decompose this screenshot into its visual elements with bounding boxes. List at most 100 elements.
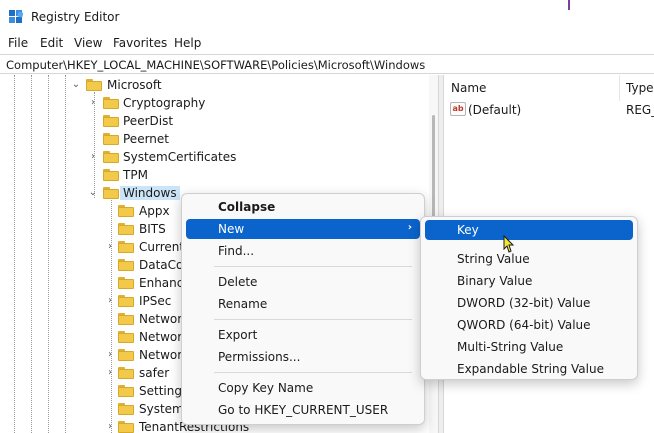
- value-type: REG_: [626, 103, 654, 117]
- folder-icon: [118, 295, 134, 307]
- chevron-right-icon[interactable]: ›: [104, 366, 116, 380]
- tree-label: Cryptography: [123, 96, 206, 110]
- tree-node-tpm[interactable]: TPM: [87, 166, 287, 184]
- address-path[interactable]: Computer\HKEY_LOCAL_MACHINE\SOFTWARE\Pol…: [6, 58, 425, 72]
- submenu-item-dword-value[interactable]: DWORD (32-bit) Value: [425, 293, 633, 313]
- tree-label: PeerDist: [123, 114, 174, 128]
- tree-label: BITS: [139, 222, 166, 236]
- menu-item-collapse[interactable]: Collapse: [186, 197, 420, 217]
- chevron-right-icon[interactable]: ›: [104, 294, 116, 308]
- chevron-right-icon[interactable]: ›: [104, 420, 116, 433]
- folder-icon: [103, 151, 119, 163]
- folder-icon: [118, 313, 134, 325]
- menu-file[interactable]: File: [8, 36, 28, 50]
- tree-label: SystemCertificates: [123, 150, 237, 164]
- submenu-item-qword-value[interactable]: QWORD (64-bit) Value: [425, 315, 633, 335]
- cursor-icon: [503, 235, 515, 253]
- chevron-right-icon[interactable]: ›: [87, 96, 99, 110]
- background-window-edge: [568, 0, 570, 10]
- chevron-right-icon: ›: [407, 222, 412, 233]
- menu-view[interactable]: View: [74, 36, 102, 50]
- menu-bar: File Edit View Favorites Help: [0, 34, 654, 53]
- tree-label: Microsoft: [107, 78, 162, 92]
- tree-guide-line: [65, 75, 66, 433]
- tree-label: Networ: [139, 330, 183, 344]
- chevron-down-icon[interactable]: ⌄: [70, 78, 82, 92]
- folder-icon: [103, 97, 119, 109]
- column-separator[interactable]: [619, 75, 620, 101]
- folder-icon: [103, 115, 119, 127]
- column-header-name[interactable]: Name: [451, 81, 486, 95]
- folder-icon: [103, 133, 119, 145]
- submenu-item-binary-value[interactable]: Binary Value: [425, 271, 633, 291]
- menu-item-new[interactable]: New ›: [186, 219, 420, 239]
- chevron-right-icon[interactable]: ›: [104, 348, 116, 362]
- folder-icon: [118, 349, 134, 361]
- tree-label-selected: Windows: [120, 186, 180, 200]
- folder-icon: [118, 223, 134, 235]
- string-value-icon: ab: [450, 102, 466, 116]
- tree-node-peerdist[interactable]: PeerDist: [87, 112, 287, 130]
- menu-favorites[interactable]: Favorites: [113, 36, 167, 50]
- tree-guide-line: [14, 75, 15, 433]
- tree-node-microsoft[interactable]: ⌄ Microsoft: [70, 76, 270, 94]
- chevron-down-icon[interactable]: ⌄: [87, 186, 99, 200]
- chevron-right-icon[interactable]: ›: [87, 150, 99, 164]
- folder-icon: [118, 403, 134, 415]
- window-title: Registry Editor: [31, 10, 120, 24]
- folder-icon: [103, 187, 119, 199]
- menu-separator: [214, 319, 412, 320]
- folder-icon: [118, 385, 134, 397]
- folder-icon: [118, 331, 134, 343]
- folder-icon: [103, 169, 119, 181]
- menu-item-permissions[interactable]: Permissions...: [186, 347, 420, 367]
- background-window-sliver: [0, 0, 62, 5]
- menu-item-find[interactable]: Find...: [186, 241, 420, 261]
- folder-icon: [86, 79, 102, 91]
- tree-label: Enhanc: [139, 276, 184, 290]
- title-bar: Registry Editor: [0, 0, 654, 34]
- submenu-item-string-value[interactable]: String Value: [425, 249, 633, 269]
- column-header-type[interactable]: Type: [626, 81, 654, 95]
- folder-icon: [118, 259, 134, 271]
- menu-item-delete[interactable]: Delete: [186, 272, 420, 292]
- tree-label: Current: [139, 240, 185, 254]
- tree-label: Networ: [139, 312, 183, 326]
- tree-node-cryptography[interactable]: › Cryptography: [87, 94, 287, 112]
- submenu-item-key[interactable]: Key: [425, 220, 633, 240]
- submenu-item-multi-string-value[interactable]: Multi-String Value: [425, 337, 633, 357]
- menu-item-copy-key-name[interactable]: Copy Key Name: [186, 378, 420, 398]
- registry-editor-icon: [9, 10, 23, 23]
- folder-icon: [118, 241, 134, 253]
- tree-label: safer: [139, 366, 170, 380]
- menu-item-rename[interactable]: Rename: [186, 294, 420, 314]
- menu-help[interactable]: Help: [174, 36, 201, 50]
- context-menu: Collapse New › Find... Delete Rename Exp…: [181, 193, 425, 425]
- new-submenu: Key String Value Binary Value DWORD (32-…: [420, 216, 638, 380]
- tree-node-systemcertificates[interactable]: › SystemCertificates: [87, 148, 287, 166]
- tree-node-peernet[interactable]: Peernet: [87, 130, 287, 148]
- chevron-right-icon[interactable]: ›: [104, 240, 116, 254]
- folder-icon: [118, 421, 134, 433]
- menu-separator: [214, 266, 412, 267]
- folder-icon: [118, 367, 134, 379]
- menu-item-export[interactable]: Export: [186, 325, 420, 345]
- submenu-item-expandable-string-value[interactable]: Expandable String Value: [425, 359, 633, 379]
- value-name: (Default): [468, 103, 522, 117]
- tree-label: DataCo: [139, 258, 184, 272]
- tree-guide-line: [48, 75, 49, 433]
- tree-label: TPM: [123, 168, 148, 182]
- tree-label: System: [139, 402, 184, 416]
- tree-label: Peernet: [123, 132, 169, 146]
- menu-edit[interactable]: Edit: [40, 36, 63, 50]
- folder-icon: [118, 277, 134, 289]
- menu-separator: [214, 372, 412, 373]
- tree-guide-line: [31, 75, 32, 433]
- tree-label: Networ: [139, 348, 183, 362]
- value-row[interactable]: ab (Default) REG_: [450, 101, 654, 119]
- tree-label: Appx: [139, 204, 170, 218]
- menu-item-goto-hkcu[interactable]: Go to HKEY_CURRENT_USER: [186, 400, 420, 420]
- tree-label: IPSec: [139, 294, 172, 308]
- folder-icon: [118, 205, 134, 217]
- address-bar[interactable]: Computer\HKEY_LOCAL_MACHINE\SOFTWARE\Pol…: [0, 54, 654, 74]
